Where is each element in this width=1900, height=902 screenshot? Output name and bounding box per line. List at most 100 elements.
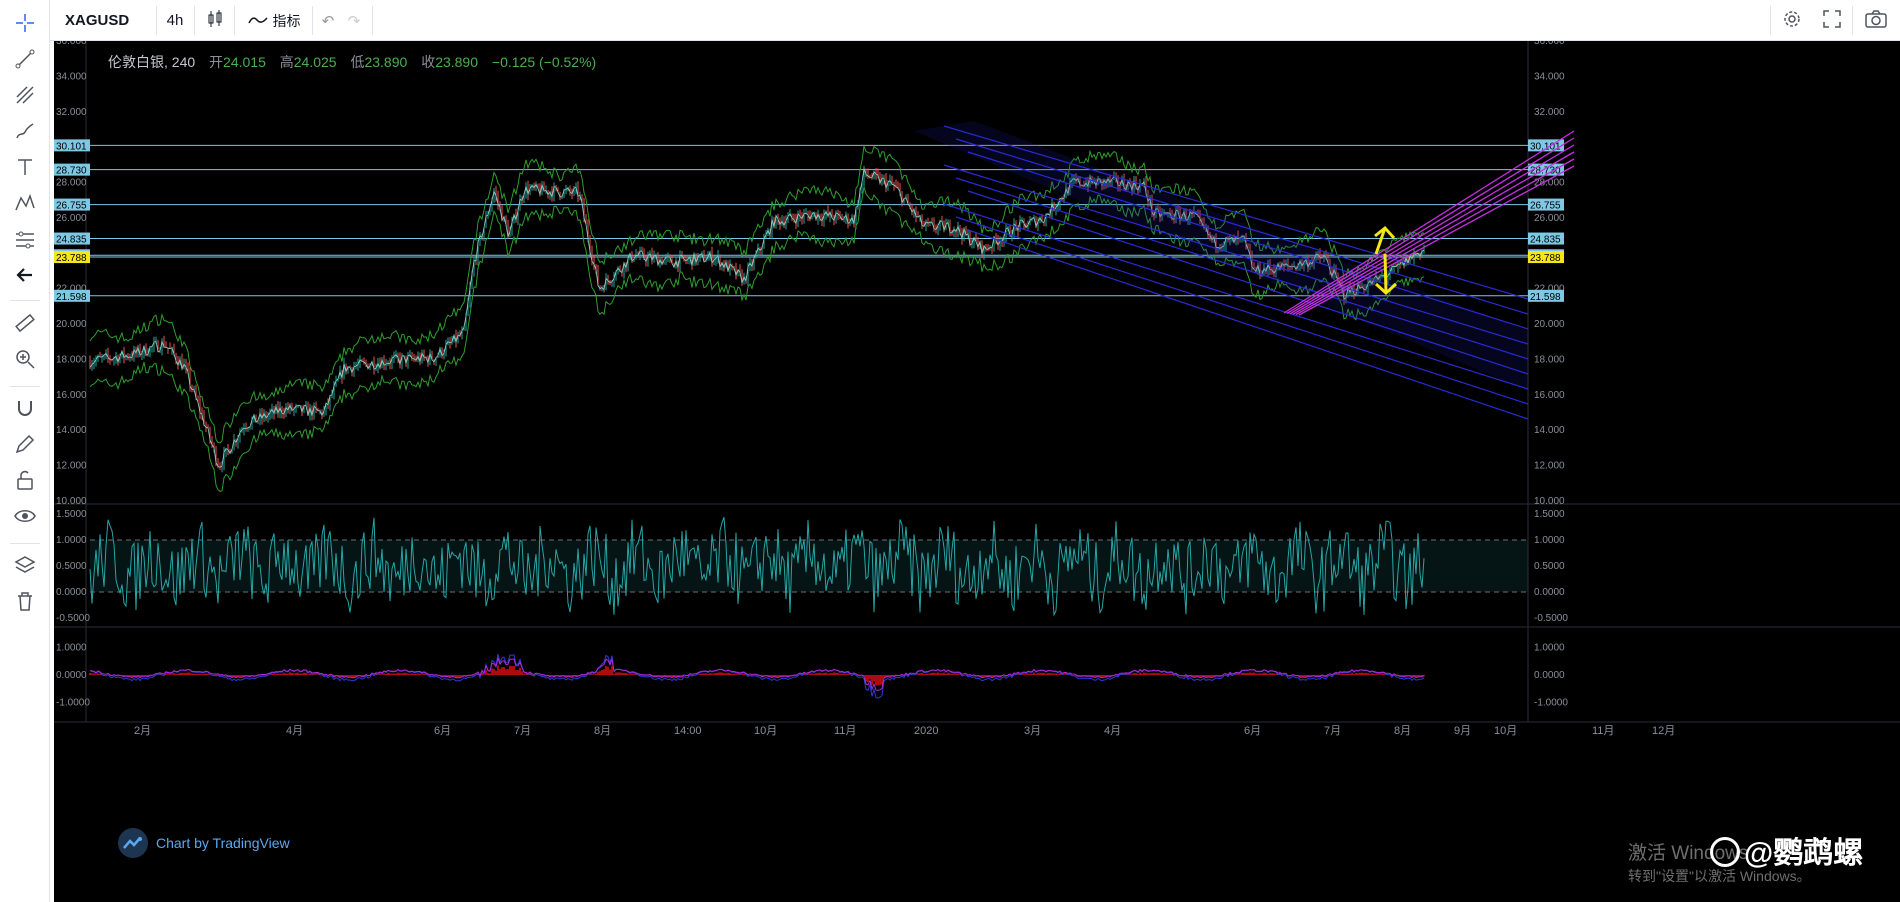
legend-title[interactable]: 伦敦白银, 240 xyxy=(108,54,195,70)
text-icon xyxy=(14,156,36,183)
divider xyxy=(372,6,373,35)
ruler-icon xyxy=(14,312,36,339)
level-tag-right-text: 26.755 xyxy=(1530,201,1561,212)
undo-button[interactable]: ↶ xyxy=(316,0,340,41)
trend-line-tool-button[interactable] xyxy=(0,44,50,78)
level-tag-left-text: 26.755 xyxy=(56,201,87,212)
time-axis-label: 9月 xyxy=(1454,725,1471,737)
macd-line xyxy=(89,653,1425,699)
interval-button[interactable]: 4h xyxy=(160,0,190,41)
settings-button[interactable] xyxy=(1776,0,1808,41)
osc1-axis-label-left: -0.5000 xyxy=(56,613,90,624)
zoom-in-icon xyxy=(14,348,36,375)
divider xyxy=(194,6,195,35)
time-axis-label: 3月 xyxy=(1024,725,1041,737)
measure-tools-button[interactable] xyxy=(0,224,50,258)
pitchfork-icon xyxy=(14,84,36,111)
osc1-axis-label: 1.0000 xyxy=(1534,535,1565,546)
pattern-icon xyxy=(14,192,36,219)
channel-line xyxy=(1289,144,1575,315)
channel-line xyxy=(967,190,1529,375)
indicators-button[interactable]: 指标 xyxy=(238,0,310,41)
time-axis-label: 6月 xyxy=(1244,725,1261,737)
indicators-label: 指标 xyxy=(272,12,301,29)
trash-icon xyxy=(14,590,36,617)
chart-area[interactable]: 36.00036.00034.00034.00032.00032.00030.0… xyxy=(54,41,1900,902)
time-axis-label: 2020 xyxy=(914,725,938,737)
level-tag-right-text: 24.835 xyxy=(1530,235,1561,246)
time-axis-label: 10月 xyxy=(754,725,777,737)
divider xyxy=(10,300,40,301)
open-label: 开 xyxy=(209,54,224,70)
time-axis-label: 4月 xyxy=(1104,725,1121,737)
eye-icon xyxy=(14,505,36,532)
app-root: 36.00036.00034.00034.00032.00032.00030.0… xyxy=(0,0,1900,902)
lock-drawings-button[interactable] xyxy=(0,465,50,499)
osc2-axis-label-left: 1.0000 xyxy=(56,642,87,653)
osc1-axis-label: 1.5000 xyxy=(1534,509,1565,520)
price-axis-label: 26.000 xyxy=(1534,213,1565,224)
low-value: 23.890 xyxy=(364,54,408,70)
channel-line xyxy=(967,151,1529,330)
pattern-tool-button[interactable] xyxy=(0,188,50,222)
price-axis-label: 36.000 xyxy=(1534,41,1565,47)
top-toolbar: XAGUSD 4h 指标 ↶ ↷ xyxy=(0,0,1900,41)
divider xyxy=(156,6,157,35)
forecast-icon xyxy=(14,228,36,255)
high-value: 24.025 xyxy=(293,54,337,70)
time-axis-label: 14:00 xyxy=(674,725,702,737)
price-axis-label: 34.000 xyxy=(1534,71,1565,82)
arrow-left-icon xyxy=(14,264,36,291)
pencil-lock-icon xyxy=(14,433,36,460)
osc2-axis-label: 0.0000 xyxy=(1534,670,1565,681)
price-line xyxy=(89,168,1425,468)
price-axis-label: 14.000 xyxy=(1534,425,1565,436)
price-axis-label-left: 28.000 xyxy=(56,178,87,189)
brush-icon xyxy=(14,120,36,147)
fib-tool-button[interactable] xyxy=(0,80,50,114)
remove-drawings-button[interactable] xyxy=(0,586,50,620)
price-axis-label: 10.000 xyxy=(1534,496,1565,507)
redo-button[interactable]: ↷ xyxy=(342,0,366,41)
osc1-axis-label: 0.0000 xyxy=(1534,587,1565,598)
redo-icon: ↷ xyxy=(347,12,361,30)
zoom-tool-button[interactable] xyxy=(0,344,50,378)
snapshot-button[interactable] xyxy=(1858,0,1894,41)
osc2-axis-label: -1.0000 xyxy=(1534,698,1568,709)
hide-toolbar-button[interactable] xyxy=(0,260,50,294)
text-tool-button[interactable] xyxy=(0,152,50,186)
divider xyxy=(10,543,40,544)
candlestick-style-button[interactable] xyxy=(200,0,230,41)
change-value: −0.125 (−0.52%) xyxy=(491,54,597,70)
hide-drawings-button[interactable] xyxy=(0,501,50,535)
osc1-axis-label-left: 0.5000 xyxy=(56,561,87,572)
osc1-axis-label-left: 0.0000 xyxy=(56,587,87,598)
time-axis-label: 8月 xyxy=(1394,725,1411,737)
ruler-tool-button[interactable] xyxy=(0,308,50,342)
crosshair-tool-button[interactable] xyxy=(0,8,50,42)
trend-line-icon xyxy=(14,48,36,75)
brush-tool-button[interactable] xyxy=(0,116,50,150)
magnet-button[interactable] xyxy=(0,393,50,427)
time-axis-label: 11月 xyxy=(834,725,856,737)
low-label: 低 xyxy=(350,54,365,70)
price-axis-label-left: 32.000 xyxy=(56,107,87,118)
drawing-mode-button[interactable] xyxy=(0,429,50,463)
chart-legend: 伦敦白银, 240 开24.015 高24.025 低23.890 收23.89… xyxy=(108,52,596,72)
tradingview-attribution[interactable]: Chart by TradingView xyxy=(118,828,290,858)
gear-icon xyxy=(1782,9,1802,33)
level-tag-right-text: 30.101 xyxy=(1530,141,1561,152)
price-axis-label-left: 34.000 xyxy=(56,71,87,82)
time-axis-label: 11月 xyxy=(1592,725,1614,737)
price-axis-label-left: 20.000 xyxy=(56,319,87,330)
candlestick-icon xyxy=(207,9,223,33)
candlestick-series[interactable] xyxy=(89,165,1425,473)
descending-channel[interactable] xyxy=(914,121,1529,420)
fullscreen-button[interactable] xyxy=(1816,0,1848,41)
chart-canvas[interactable]: 36.00036.00034.00034.00032.00032.00030.0… xyxy=(54,41,1900,902)
symbol-search-button[interactable]: XAGUSD xyxy=(56,0,156,41)
time-axis-label: 7月 xyxy=(514,725,531,737)
divider xyxy=(234,6,235,35)
price-axis-label: 18.000 xyxy=(1534,354,1565,365)
object-tree-button[interactable] xyxy=(0,550,50,584)
